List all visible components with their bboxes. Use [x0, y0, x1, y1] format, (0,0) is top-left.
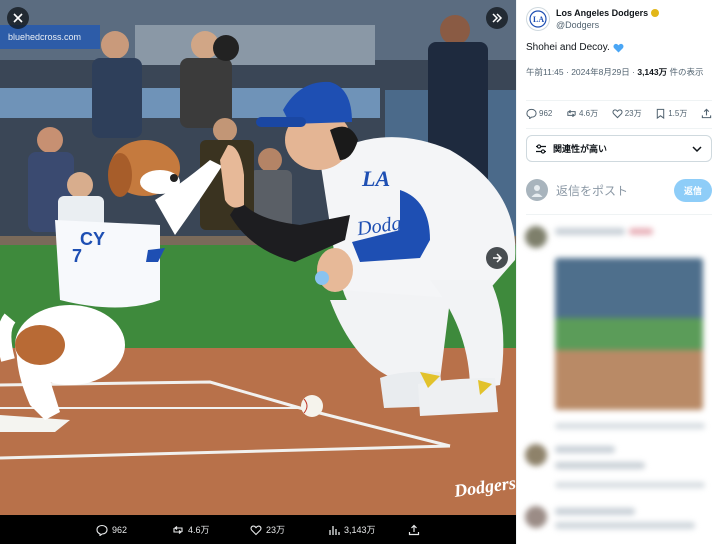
arrow-right-icon	[493, 253, 503, 263]
media-repost-button[interactable]: 4.6万	[172, 523, 210, 536]
bookmark-button[interactable]: 1.5万	[655, 108, 687, 119]
post-view-suffix: 件の表示	[667, 67, 704, 77]
heart-icon	[250, 525, 262, 535]
close-button[interactable]	[7, 7, 29, 29]
like-count: 23万	[624, 109, 642, 118]
repost-icon	[567, 109, 576, 118]
share-icon	[701, 108, 712, 119]
post-text-body: Shohei and Decoy.	[526, 42, 610, 53]
verified-badge-icon	[651, 9, 660, 17]
reply-button[interactable]: 962	[526, 108, 552, 119]
reply-avatar	[525, 444, 547, 466]
repost-button[interactable]: 4.6万	[566, 108, 598, 119]
like-button[interactable]: 23万	[612, 108, 642, 119]
author-handle[interactable]: @Dodgers	[556, 19, 659, 31]
reply-icon	[526, 108, 537, 119]
reply-composer: 返信をポスト 返信	[526, 176, 712, 204]
divider	[526, 100, 712, 101]
media-like-count: 23万	[266, 525, 286, 535]
heart-icon	[612, 109, 623, 119]
reply-sort-dropdown[interactable]: 関連性が高い	[526, 135, 712, 162]
post-view-count: 3,143万	[637, 67, 668, 77]
reply-count: 962	[539, 109, 553, 118]
media-repost-count: 4.6万	[188, 525, 210, 535]
svg-text:7: 7	[72, 246, 82, 266]
next-image-button[interactable]	[486, 247, 508, 269]
post-author[interactable]: LA Los Angeles Dodgers @Dodgers	[526, 7, 712, 35]
media-like-button[interactable]: 23万	[250, 523, 285, 536]
media-views-count: 3,143万	[344, 525, 376, 535]
author-name[interactable]: Los Angeles Dodgers	[556, 7, 648, 19]
post-photo: CY 7 LA Dodgers bluehedcross.com Dodgers	[0, 0, 516, 515]
close-icon	[13, 13, 23, 23]
double-chevron-right-icon	[492, 13, 503, 23]
share-button[interactable]	[701, 108, 712, 119]
post-text: Shohei and Decoy.	[526, 42, 624, 53]
post-detail-panel: LA Los Angeles Dodgers @Dodgers Shohei a…	[516, 0, 714, 544]
svg-text:LA: LA	[533, 15, 544, 24]
reply-icon	[96, 524, 108, 536]
reply-avatar	[525, 506, 547, 528]
divider	[526, 214, 712, 215]
post-action-bar: 962 4.6万 23万 1.5万	[526, 108, 712, 119]
expand-panel-button[interactable]	[486, 7, 508, 29]
media-action-bar: 962 4.6万 23万 3,143万	[0, 515, 516, 544]
default-user-icon	[531, 185, 543, 197]
chevron-down-icon	[692, 145, 702, 152]
repost-count: 4.6万	[578, 109, 599, 118]
reply-submit-button[interactable]: 返信	[673, 178, 712, 202]
reply-avatar	[525, 226, 547, 248]
author-avatar[interactable]: LA	[526, 7, 550, 31]
views-icon	[329, 525, 340, 535]
share-icon	[408, 524, 420, 535]
reply-input[interactable]: 返信をポスト	[556, 182, 666, 199]
sort-label: 関連性が高い	[553, 144, 608, 154]
blue-heart-emoji-icon	[613, 43, 624, 53]
post-timestamp[interactable]: 午前11:45 · 2024年8月29日 ·	[526, 67, 637, 77]
dog-jersey-text: CY	[80, 229, 105, 249]
post-meta: 午前11:45 · 2024年8月29日 · 3,143万 件の表示	[526, 66, 712, 78]
user-avatar[interactable]	[526, 179, 548, 201]
media-reply-count: 962	[112, 524, 128, 535]
ad-board-text: bluehedcross.com	[8, 32, 81, 42]
sort-sliders-icon	[536, 143, 546, 154]
media-viewer: CY 7 LA Dodgers bluehedcross.com Dodgers…	[0, 0, 516, 544]
repost-icon	[173, 525, 183, 534]
bookmark-icon	[657, 108, 665, 119]
divider	[526, 128, 712, 129]
jersey-logo-text: LA	[361, 166, 390, 191]
media-reply-button[interactable]: 962	[96, 524, 127, 536]
media-views-button[interactable]: 3,143万	[328, 523, 376, 536]
media-share-button[interactable]	[408, 524, 420, 536]
blurred-replies	[517, 218, 714, 544]
dodgers-logo-icon: LA	[529, 10, 547, 28]
bookmark-count: 1.5万	[668, 109, 688, 118]
